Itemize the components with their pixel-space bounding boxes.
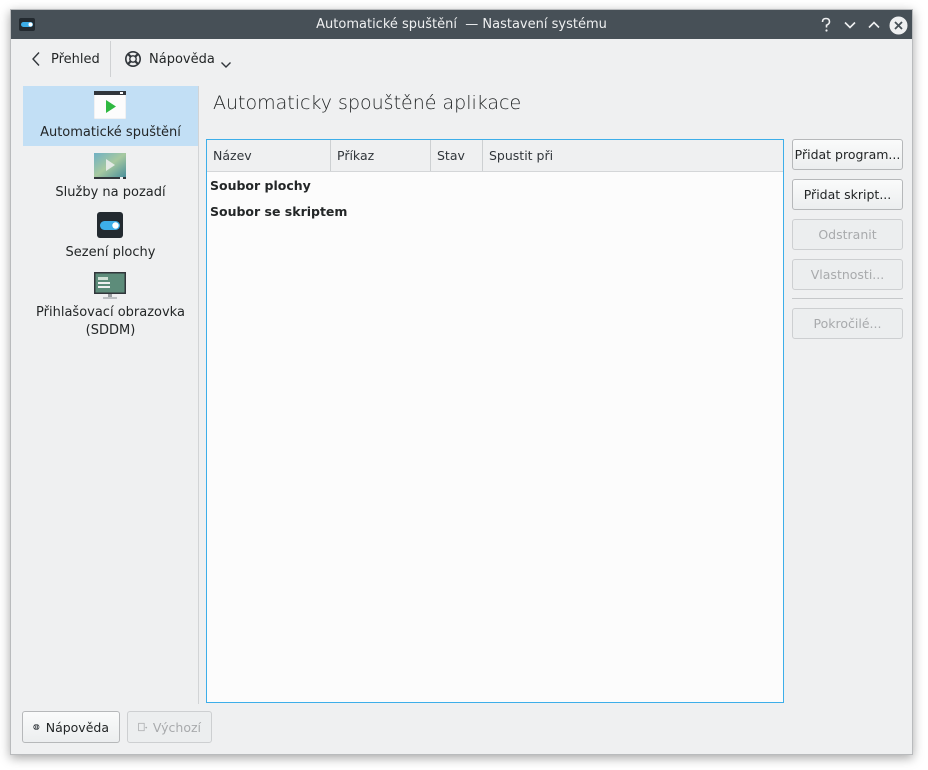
sidebar-item-label: Přihlašovací obrazovka (SDDM) [36,305,185,338]
defaults-button[interactable]: Výchozí [127,711,212,743]
help-icon[interactable] [816,15,836,35]
table-header: Název Příkaz Stav Spustit při [207,140,783,172]
advanced-button[interactable]: Pokročilé... [792,308,903,339]
title-bar[interactable]: Automatické spuštění — Nastavení systému [11,10,912,39]
login-screen-icon [94,272,126,299]
autostart-icon [94,91,126,119]
chevron-left-icon [32,52,40,66]
chevron-down-icon [220,62,231,68]
background-services-icon [94,153,126,179]
reset-defaults-icon [138,722,148,732]
close-icon[interactable] [888,15,908,35]
add-script-button[interactable]: Přidat skript... [792,179,903,210]
footer-help-label: Nápověda [45,719,109,735]
footer-help-button[interactable]: Nápověda [22,711,120,743]
button-separator [792,298,903,299]
table-group-script-file[interactable]: Soubor se skriptem [210,204,347,219]
sidebar-item-desktop-session[interactable]: Sezení plochy [23,206,198,266]
toolbar: Přehled Nápověda [11,39,912,83]
sidebar-item-background-services[interactable]: Služby na pozadí [23,146,198,206]
column-header-name[interactable]: Název [207,140,331,171]
toolbar-separator [110,41,111,77]
back-button-label: Přehled [51,51,100,67]
desktop-session-icon [97,212,123,238]
properties-button[interactable]: Vlastnosti... [792,259,903,290]
help-menu-label: Nápověda [149,51,215,67]
minimize-icon[interactable] [840,15,860,35]
sidebar: Automatické spuštění Služby na pozadí Se… [23,86,199,706]
lifebuoy-icon [33,723,40,731]
add-program-button[interactable]: Přidat program... [792,139,903,170]
sidebar-item-autostart[interactable]: Automatické spuštění [23,86,198,146]
sidebar-item-label: Sezení plochy [65,245,156,260]
table-group-desktop-file[interactable]: Soubor plochy [210,178,311,193]
sidebar-item-login-screen[interactable]: Přihlašovací obrazovka (SDDM) [23,266,198,350]
column-header-run-on[interactable]: Spustit při [483,140,783,171]
sidebar-item-label: Automatické spuštění [40,125,181,140]
window-title: Automatické spuštění — Nastavení systému [316,17,607,32]
sidebar-item-label: Služby na pozadí [55,185,166,200]
defaults-label: Výchozí [152,719,201,735]
autostart-table[interactable]: Název Příkaz Stav Spustit při Soubor plo… [206,139,784,703]
page-title: Automaticky spouštěné aplikace [213,92,522,114]
column-header-command[interactable]: Příkaz [331,140,431,171]
maximize-icon[interactable] [864,15,884,35]
remove-button[interactable]: Odstranit [792,219,903,250]
help-menu-button[interactable]: Nápověda [124,39,232,79]
lifebuoy-icon [125,51,141,67]
column-header-status[interactable]: Stav [431,140,483,171]
system-settings-window: Automatické spuštění — Nastavení systému… [10,9,913,755]
sidebar-divider [198,86,199,704]
back-button[interactable]: Přehled [31,39,100,79]
